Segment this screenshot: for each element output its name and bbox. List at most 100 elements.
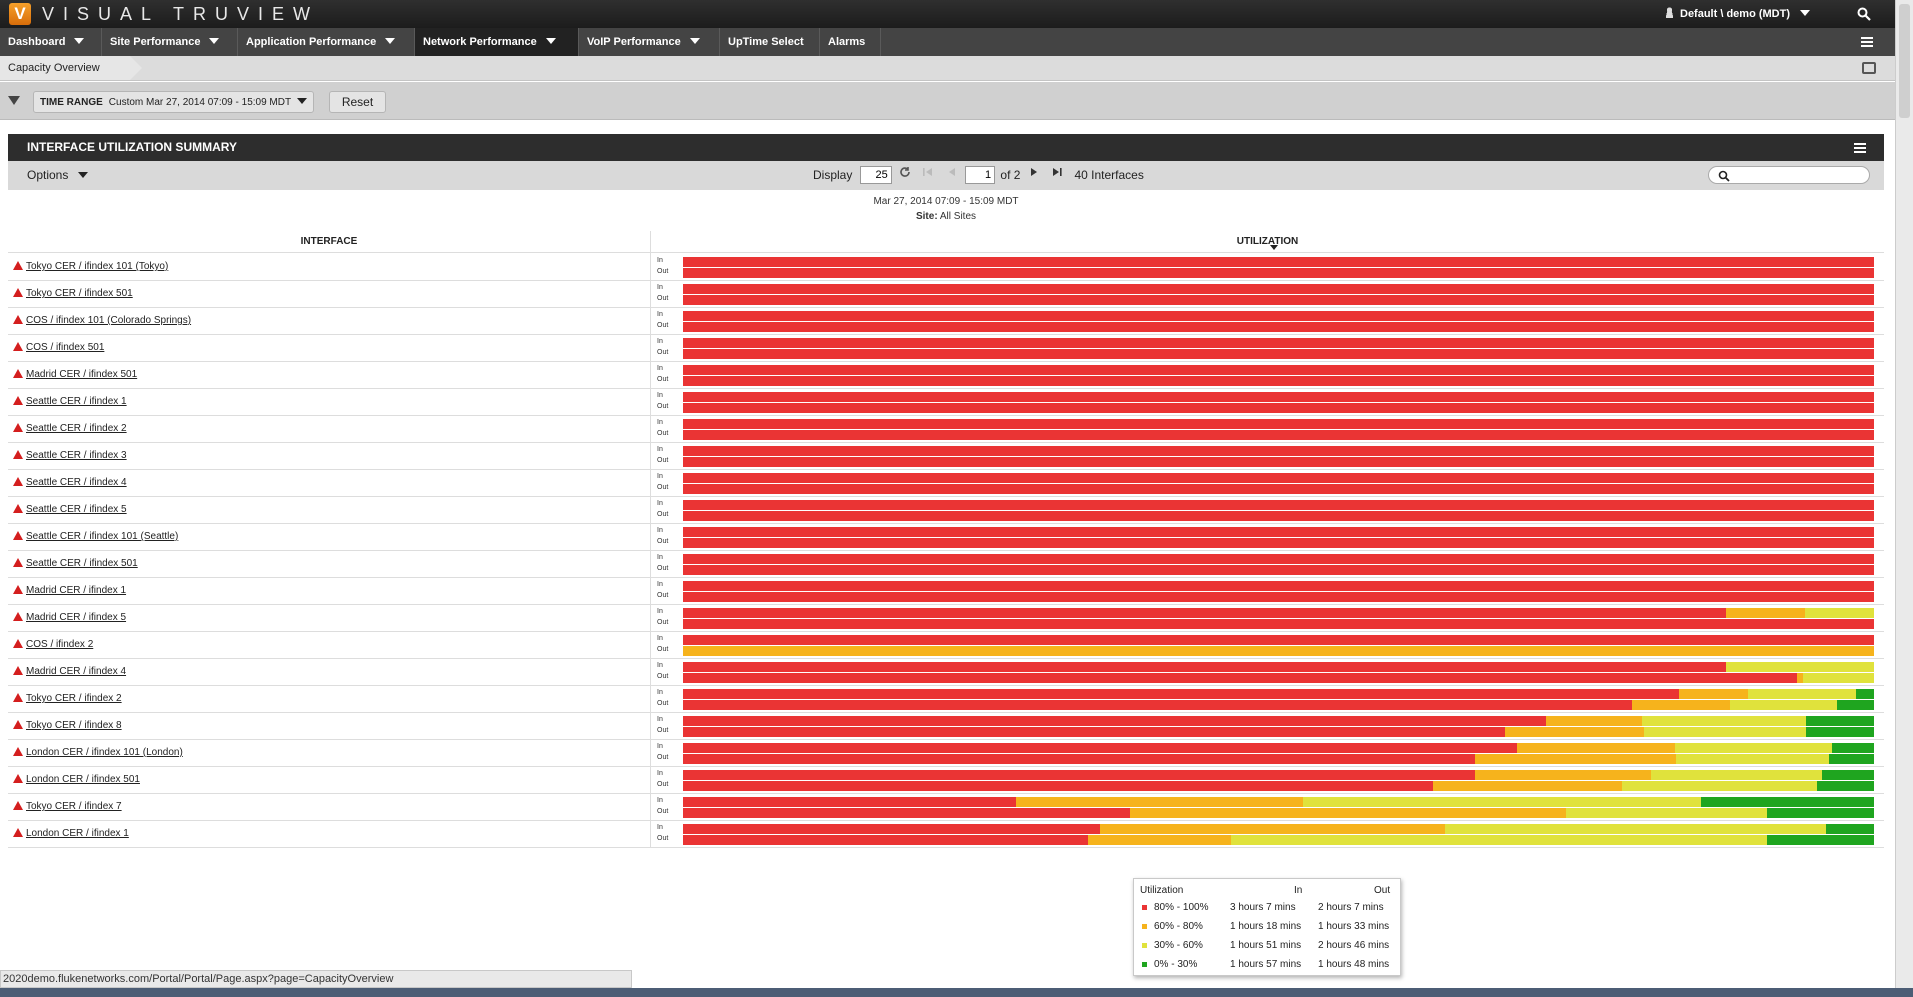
utilization-bar-in[interactable] xyxy=(683,392,1874,402)
panel-menu-icon[interactable] xyxy=(1854,143,1866,153)
nav-site-performance[interactable]: Site Performance xyxy=(102,28,238,56)
interface-link[interactable]: COS / ifindex 101 (Colorado Springs) xyxy=(13,315,191,326)
utilization-bar-out[interactable] xyxy=(683,754,1874,764)
utilization-bar-out[interactable] xyxy=(683,646,1874,656)
page-number-input[interactable] xyxy=(965,166,996,184)
interface-link[interactable]: London CER / ifindex 1 xyxy=(13,828,129,839)
utilization-bar-in[interactable] xyxy=(683,608,1874,618)
utilization-bar-out[interactable] xyxy=(683,565,1874,575)
utilization-bar-out[interactable] xyxy=(683,349,1874,359)
interface-link[interactable]: Seattle CER / ifindex 501 xyxy=(13,558,138,569)
interface-link[interactable]: Tokyo CER / ifindex 101 (Tokyo) xyxy=(13,261,168,272)
time-range-select[interactable]: TIME RANGE Custom Mar 27, 2014 07:09 - 15… xyxy=(33,91,315,113)
interface-link[interactable]: Seattle CER / ifindex 2 xyxy=(13,423,127,434)
utilization-bar-out[interactable] xyxy=(683,592,1874,602)
interface-link[interactable]: Tokyo CER / ifindex 501 xyxy=(13,288,133,299)
options-dropdown[interactable]: Options xyxy=(27,168,89,182)
utilization-bar-out[interactable] xyxy=(683,484,1874,494)
filter-icon[interactable] xyxy=(8,96,20,105)
bar-segment xyxy=(683,473,1874,483)
utilization-bar-out[interactable] xyxy=(683,835,1874,845)
interface-link[interactable]: Seattle CER / ifindex 3 xyxy=(13,450,127,461)
utilization-bar-in[interactable] xyxy=(683,527,1874,537)
nav-uptime-select[interactable]: UpTime Select xyxy=(720,28,820,56)
table-search-input[interactable] xyxy=(1708,166,1870,184)
utilization-bar-in[interactable] xyxy=(683,743,1874,753)
utilization-bar-in[interactable] xyxy=(683,689,1874,699)
utilization-bar-out[interactable] xyxy=(683,781,1874,791)
prev-page-icon[interactable] xyxy=(946,166,958,178)
utilization-bar-out[interactable] xyxy=(683,808,1874,818)
utilization-bar-in[interactable] xyxy=(683,257,1874,267)
utilization-bar-in[interactable] xyxy=(683,284,1874,294)
nav-menu-icon[interactable] xyxy=(1861,37,1873,47)
reset-button[interactable]: Reset xyxy=(329,91,386,113)
utilization-bar-out[interactable] xyxy=(683,673,1874,683)
utilization-bar-out[interactable] xyxy=(683,430,1874,440)
utilization-bar-in[interactable] xyxy=(683,770,1874,780)
column-header-interface[interactable]: INTERFACE xyxy=(8,231,650,253)
interface-link[interactable]: Tokyo CER / ifindex 2 xyxy=(13,693,122,704)
warning-icon xyxy=(13,450,23,459)
utilization-bar-out[interactable] xyxy=(683,457,1874,467)
utilization-bar-out[interactable] xyxy=(683,727,1874,737)
interface-link[interactable]: Tokyo CER / ifindex 7 xyxy=(13,801,122,812)
column-header-utilization[interactable]: UTILIZATION xyxy=(651,231,1884,253)
utilization-bar-in[interactable] xyxy=(683,662,1874,672)
interface-link[interactable]: Madrid CER / ifindex 501 xyxy=(13,369,137,380)
user-menu[interactable]: Default \ demo (MDT) xyxy=(1665,7,1810,20)
nav-voip-performance[interactable]: VoIP Performance xyxy=(579,28,720,56)
utilization-bar-in[interactable] xyxy=(683,338,1874,348)
interface-link[interactable]: Madrid CER / ifindex 4 xyxy=(13,666,126,677)
utilization-bar-out[interactable] xyxy=(683,295,1874,305)
nav-application-performance[interactable]: Application Performance xyxy=(238,28,415,56)
scrollbar-thumb[interactable] xyxy=(1899,4,1910,118)
nav-network-performance[interactable]: Network Performance xyxy=(415,28,579,56)
interface-link[interactable]: COS / ifindex 2 xyxy=(13,639,93,650)
utilization-bar-out[interactable] xyxy=(683,700,1874,710)
interface-link[interactable]: Madrid CER / ifindex 1 xyxy=(13,585,126,596)
display-count-input[interactable] xyxy=(859,166,892,184)
utilization-bar-in[interactable] xyxy=(683,473,1874,483)
interface-link[interactable]: Tokyo CER / ifindex 8 xyxy=(13,720,122,731)
utilization-bar-in[interactable] xyxy=(683,716,1874,726)
interface-link[interactable]: Seattle CER / ifindex 4 xyxy=(13,477,127,488)
utilization-bar-in[interactable] xyxy=(683,419,1874,429)
last-page-icon[interactable] xyxy=(1051,166,1063,178)
utilization-bar-out[interactable] xyxy=(683,619,1874,629)
utilization-bar-out[interactable] xyxy=(683,376,1874,386)
nav-alarms[interactable]: Alarms xyxy=(820,28,881,56)
utilization-bar-in[interactable] xyxy=(683,500,1874,510)
bar-segment xyxy=(683,662,1727,672)
out-label: Out xyxy=(657,403,669,410)
next-page-icon[interactable] xyxy=(1028,166,1040,178)
interface-link[interactable]: Seattle CER / ifindex 5 xyxy=(13,504,127,515)
nav-dashboard[interactable]: Dashboard xyxy=(0,28,102,56)
first-page-icon[interactable] xyxy=(922,166,934,178)
utilization-bar-out[interactable] xyxy=(683,511,1874,521)
utilization-bar-in[interactable] xyxy=(683,311,1874,321)
utilization-bar-in[interactable] xyxy=(683,365,1874,375)
refresh-icon[interactable] xyxy=(899,166,911,178)
bar-segment xyxy=(1565,808,1767,818)
interface-link[interactable]: Seattle CER / ifindex 101 (Seattle) xyxy=(13,531,178,542)
utilization-bar-in[interactable] xyxy=(683,554,1874,564)
utilization-bar-out[interactable] xyxy=(683,403,1874,413)
print-icon[interactable] xyxy=(1862,62,1876,74)
utilization-bar-in[interactable] xyxy=(683,446,1874,456)
interface-link[interactable]: London CER / ifindex 501 xyxy=(13,774,140,785)
utilization-bar-in[interactable] xyxy=(683,635,1874,645)
interface-link[interactable]: Seattle CER / ifindex 1 xyxy=(13,396,127,407)
search-icon[interactable] xyxy=(1857,7,1871,21)
vertical-scrollbar[interactable] xyxy=(1895,0,1913,988)
interface-link[interactable]: COS / ifindex 501 xyxy=(13,342,104,353)
utilization-bar-in[interactable] xyxy=(683,581,1874,591)
interface-link[interactable]: Madrid CER / ifindex 5 xyxy=(13,612,126,623)
utilization-bar-out[interactable] xyxy=(683,538,1874,548)
utilization-bar-out[interactable] xyxy=(683,268,1874,278)
utilization-bar-out[interactable] xyxy=(683,322,1874,332)
interface-link[interactable]: London CER / ifindex 101 (London) xyxy=(13,747,183,758)
utilization-bar-in[interactable] xyxy=(683,824,1874,834)
bar-segment xyxy=(1766,808,1874,818)
utilization-bar-in[interactable] xyxy=(683,797,1874,807)
